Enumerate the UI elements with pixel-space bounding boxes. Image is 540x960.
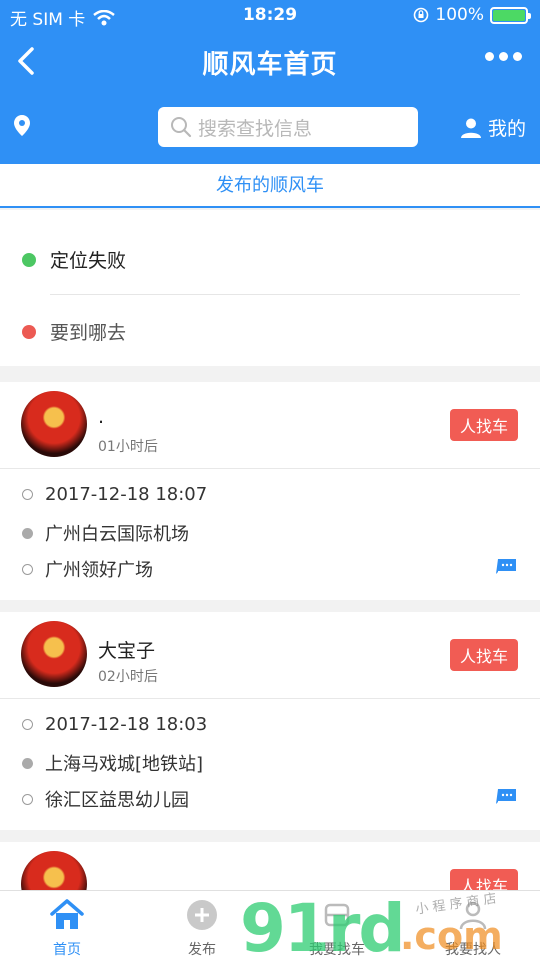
route-selector: 定位失败 要到哪去 <box>0 210 540 366</box>
more-icon[interactable] <box>485 52 522 61</box>
destination-field[interactable]: 要到哪去 <box>22 318 126 345</box>
rotation-lock-icon <box>414 7 429 23</box>
destination-label: 要到哪去 <box>50 322 127 344</box>
ride-origin: 上海马戏城[地铁站] <box>22 750 203 776</box>
ride-card[interactable]: . 01小时后 人找车 2017-12-18 18:07 广州白云国际机场 广州… <box>0 382 540 600</box>
ride-datetime: 2017-12-18 18:07 <box>22 484 207 505</box>
time-dot <box>22 489 33 500</box>
datetime-text: 2017-12-18 18:03 <box>45 714 208 735</box>
ride-destination: 徐汇区益思幼儿园 <box>22 786 189 812</box>
tab-publish-label: 发布 <box>188 942 216 958</box>
watermark-domain: .com <box>400 914 503 958</box>
origin-text: 上海马戏城[地铁站] <box>45 754 204 775</box>
search-input[interactable]: 搜索查找信息 <box>158 107 418 147</box>
tab-home[interactable]: 首页 <box>17 899 117 959</box>
ride-datetime: 2017-12-18 18:03 <box>22 714 207 735</box>
location-pin-icon[interactable] <box>12 114 32 138</box>
user-name: 大宝子 <box>98 640 156 662</box>
page-title: 顺风车首页 <box>202 50 338 80</box>
ride-type-badge: 人找车 <box>449 639 518 671</box>
divider <box>50 294 520 295</box>
mine-label: 我的 <box>487 118 526 140</box>
status-bar: 无 SIM 卡 18:29 100% <box>0 0 540 32</box>
origin-dot <box>22 252 36 267</box>
departure-relative: 02小时后 <box>98 669 158 685</box>
departure-relative: 01小时后 <box>98 439 158 455</box>
destination-text: 徐汇区益思幼儿园 <box>45 790 189 811</box>
origin-marker <box>22 757 33 769</box>
battery-percent: 100% <box>435 5 484 25</box>
datetime-text: 2017-12-18 18:07 <box>45 484 208 505</box>
search-icon <box>171 117 192 138</box>
ride-type-badge: 人找车 <box>449 869 518 890</box>
avatar <box>21 621 87 687</box>
watermark-logo: 91rd <box>240 890 406 960</box>
mine-button[interactable]: 我的 <box>460 114 526 141</box>
ride-card[interactable]: 人找车 <box>0 842 540 890</box>
battery-icon <box>490 6 531 24</box>
destination-dot <box>22 324 36 339</box>
origin-field[interactable]: 定位失败 <box>22 246 126 273</box>
avatar <box>21 851 87 890</box>
divider <box>0 698 540 699</box>
origin-marker <box>22 527 33 539</box>
destination-marker <box>22 563 33 575</box>
origin-label: 定位失败 <box>50 250 127 272</box>
search-placeholder: 搜索查找信息 <box>198 117 313 140</box>
destination-text: 广州领好广场 <box>45 560 153 581</box>
ride-origin: 广州白云国际机场 <box>22 520 189 546</box>
home-icon <box>50 899 84 929</box>
time-dot <box>22 719 33 730</box>
tab-publish[interactable]: 发布 <box>152 899 252 959</box>
message-icon[interactable] <box>496 788 518 804</box>
message-icon[interactable] <box>496 558 518 574</box>
ride-destination: 广州领好广场 <box>22 556 153 582</box>
navigation-bar: 顺风车首页 <box>0 32 540 90</box>
plus-circle-icon <box>187 900 217 930</box>
ride-card[interactable]: 大宝子 02小时后 人找车 2017-12-18 18:03 上海马戏城[地铁站… <box>0 612 540 830</box>
origin-text: 广州白云国际机场 <box>45 524 189 545</box>
battery-fill <box>493 9 525 21</box>
divider <box>0 468 540 469</box>
user-icon <box>460 118 481 138</box>
tab-published-rides[interactable]: 发布的顺风车 <box>0 164 540 208</box>
ride-type-badge: 人找车 <box>449 409 518 441</box>
tab-home-label: 首页 <box>53 942 81 958</box>
user-name: . <box>98 406 105 428</box>
destination-marker <box>22 793 33 805</box>
avatar <box>21 391 87 457</box>
search-row: 搜索查找信息 我的 <box>0 90 540 164</box>
